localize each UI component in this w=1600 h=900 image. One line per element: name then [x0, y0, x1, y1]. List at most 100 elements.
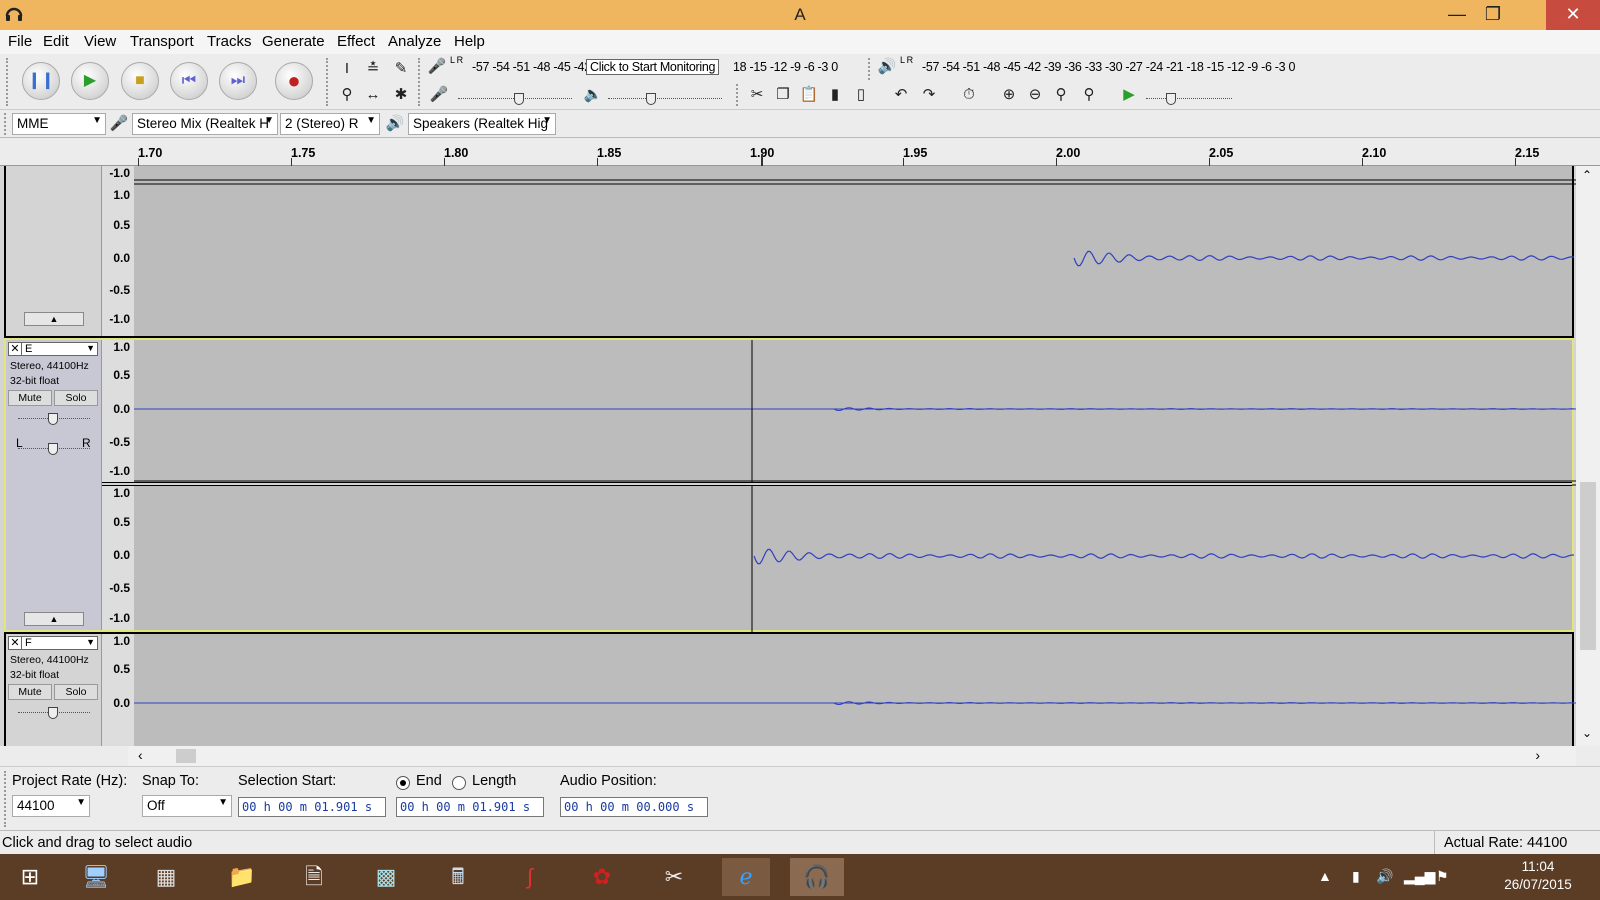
gain-thumb[interactable]	[48, 413, 58, 425]
track-f[interactable]: ✕ F ▼ Stereo, 44100Hz 32-bit float Mute So…	[4, 632, 1576, 746]
track-control-panel[interactable]: ▲	[6, 166, 102, 336]
calculator-icon[interactable]: 🖩	[438, 858, 478, 896]
track-partial-top[interactable]: ▲ -1.0 1.0 0.5 0.0 -0.5 -1.0	[4, 166, 1576, 338]
menu-help[interactable]: Help	[454, 33, 485, 50]
internet-explorer-icon[interactable]: ℯ	[722, 858, 770, 896]
menu-transport[interactable]: Transport	[130, 33, 194, 50]
solo-button[interactable]: Solo	[54, 390, 98, 406]
pan-slider[interactable]	[18, 443, 90, 455]
volume-icon[interactable]: 🔊	[1376, 868, 1393, 885]
vertical-scrollbar[interactable]: ⌃ ⌄	[1576, 166, 1600, 746]
close-track-icon[interactable]: ✕	[9, 342, 22, 355]
recording-channels-select[interactable]: 2 (Stereo) R ▼	[280, 113, 380, 135]
battery-icon[interactable]: ▮	[1352, 868, 1360, 885]
menu-generate[interactable]: Generate	[262, 33, 325, 50]
network-icon[interactable]: ▂▄▆	[1404, 868, 1435, 885]
undo-icon[interactable]: ↶	[890, 84, 912, 106]
edit-grip[interactable]	[736, 84, 741, 106]
horizontal-scroll-thumb[interactable]	[176, 749, 196, 763]
record-button[interactable]: ●	[275, 62, 313, 100]
snipping-tool-icon[interactable]: ✂	[654, 858, 694, 896]
track-panel[interactable]: ▲ -1.0 1.0 0.5 0.0 -0.5 -1.0 ✕ E ▼ Stereo,…	[0, 166, 1576, 746]
vertical-scroll-thumb[interactable]	[1580, 482, 1596, 650]
notepad-icon[interactable]: 🗎	[294, 858, 334, 896]
selection-start-field[interactable]: 00 h 00 m 01.901 s	[238, 797, 386, 817]
track-control-panel[interactable]: ✕ E ▼ Stereo, 44100Hz 32-bit float Mute So…	[6, 340, 102, 630]
selection-tool-icon[interactable]: I	[336, 58, 358, 80]
copy-icon[interactable]: ❐	[772, 84, 794, 106]
selection-grip[interactable]	[4, 771, 9, 827]
timeline-ruler[interactable]: 1.70 1.75 1.80 1.85 1.90 1.95 2.00 2.05 …	[0, 138, 1600, 166]
sync-lock-icon[interactable]: ⏱	[958, 84, 980, 106]
menu-tracks[interactable]: Tracks	[207, 33, 251, 50]
pause-button[interactable]: ❙❙	[22, 62, 60, 100]
file-explorer-icon[interactable]: 📁	[222, 858, 262, 896]
length-radio[interactable]	[452, 776, 466, 790]
zoom-out-icon[interactable]: ⊖	[1024, 84, 1046, 106]
firewall-icon[interactable]: ▦	[146, 858, 186, 896]
envelope-tool-icon[interactable]: ≛	[362, 58, 384, 80]
recording-device-select[interactable]: Stereo Mix (Realtek H ▼	[132, 113, 278, 135]
device-grip[interactable]	[4, 113, 9, 135]
track-name-menu[interactable]: ✕ E ▼	[8, 342, 98, 356]
action-center-icon[interactable]: ⚑	[1436, 868, 1449, 885]
menu-edit[interactable]: Edit	[43, 33, 69, 50]
output-volume-slider[interactable]	[608, 93, 722, 105]
audacity-taskbar-icon[interactable]: 🎧	[790, 858, 844, 896]
cut-icon[interactable]: ✂	[746, 84, 768, 106]
sticky-notes-icon[interactable]: ▩	[366, 858, 406, 896]
waveform-area[interactable]	[134, 634, 1576, 746]
playback-meter-grip[interactable]	[868, 58, 873, 80]
selection-end-field[interactable]: 00 h 00 m 01.901 s	[396, 797, 544, 817]
playback-meter-icon[interactable]: 🔊	[876, 56, 898, 78]
track-e[interactable]: ✕ E ▼ Stereo, 44100Hz 32-bit float Mute So…	[4, 338, 1576, 634]
scroll-down-icon[interactable]: ⌄	[1582, 726, 1592, 740]
vertical-scale[interactable]: 1.0 0.5 0.0	[102, 634, 134, 746]
play-at-speed-icon[interactable]: ▶	[1118, 84, 1140, 106]
show-hidden-icons[interactable]: ▲	[1318, 868, 1332, 884]
collapse-track-button[interactable]: ▲	[24, 312, 84, 326]
minimize-icon[interactable]: —	[1440, 0, 1474, 30]
output-volume-thumb[interactable]	[646, 93, 656, 105]
stop-button[interactable]: ■	[121, 62, 159, 100]
vertical-scale[interactable]: -1.0 1.0 0.5 0.0 -0.5 -1.0	[102, 166, 134, 336]
track-name-menu[interactable]: ✕ F ▼	[8, 636, 98, 650]
zoom-in-icon[interactable]: ⊕	[998, 84, 1020, 106]
audio-host-select[interactable]: MME ▼	[12, 113, 106, 135]
scroll-up-icon[interactable]: ⌃	[1582, 168, 1592, 182]
start-monitoring-tooltip[interactable]: Click to Start Monitoring	[586, 59, 720, 75]
skip-end-button[interactable]: ⏭	[219, 62, 257, 100]
trim-icon[interactable]: ▮	[824, 84, 846, 106]
tools-grip[interactable]	[326, 58, 331, 106]
restore-icon[interactable]: ❐	[1476, 0, 1510, 30]
play-speed-slider[interactable]	[1146, 93, 1232, 105]
gain-thumb[interactable]	[48, 707, 58, 719]
playback-device-select[interactable]: Speakers (Realtek Hig ▼	[408, 113, 556, 135]
zoom-tool-icon[interactable]: ⚲	[336, 84, 358, 106]
menu-file[interactable]: File	[8, 33, 32, 50]
horizontal-scrollbar[interactable]: ‹ ›	[128, 746, 1576, 766]
gain-slider[interactable]	[18, 413, 90, 425]
collapse-track-button[interactable]: ▲	[24, 612, 84, 626]
diagnostic-tool-icon[interactable]: ∫	[510, 858, 550, 896]
remote-desktop-icon[interactable]: 🖥	[76, 858, 116, 896]
channel-separator[interactable]	[102, 482, 1572, 486]
close-track-icon[interactable]: ✕	[9, 636, 22, 649]
taskbar-clock[interactable]: 11:04 26/07/2015	[1498, 858, 1578, 894]
solo-button[interactable]: Solo	[54, 684, 98, 700]
mute-button[interactable]: Mute	[8, 390, 52, 406]
input-volume-thumb[interactable]	[514, 93, 524, 105]
record-meter-icon[interactable]: 🎤	[426, 56, 448, 78]
play-speed-thumb[interactable]	[1166, 93, 1176, 105]
draw-tool-icon[interactable]: ✎	[390, 58, 412, 80]
scroll-left-icon[interactable]: ‹	[138, 747, 143, 763]
silence-icon[interactable]: ▯	[850, 84, 872, 106]
fit-selection-icon[interactable]: ⚲	[1050, 84, 1072, 106]
snap-to-select[interactable]: Off ▼	[142, 795, 232, 817]
project-rate-select[interactable]: 44100 ▼	[12, 795, 90, 817]
close-icon[interactable]: ✕	[1546, 0, 1600, 30]
fit-project-icon[interactable]: ⚲	[1078, 84, 1100, 106]
play-button[interactable]: ▶	[71, 62, 109, 100]
mute-button[interactable]: Mute	[8, 684, 52, 700]
toolbar-grip[interactable]	[6, 58, 11, 106]
